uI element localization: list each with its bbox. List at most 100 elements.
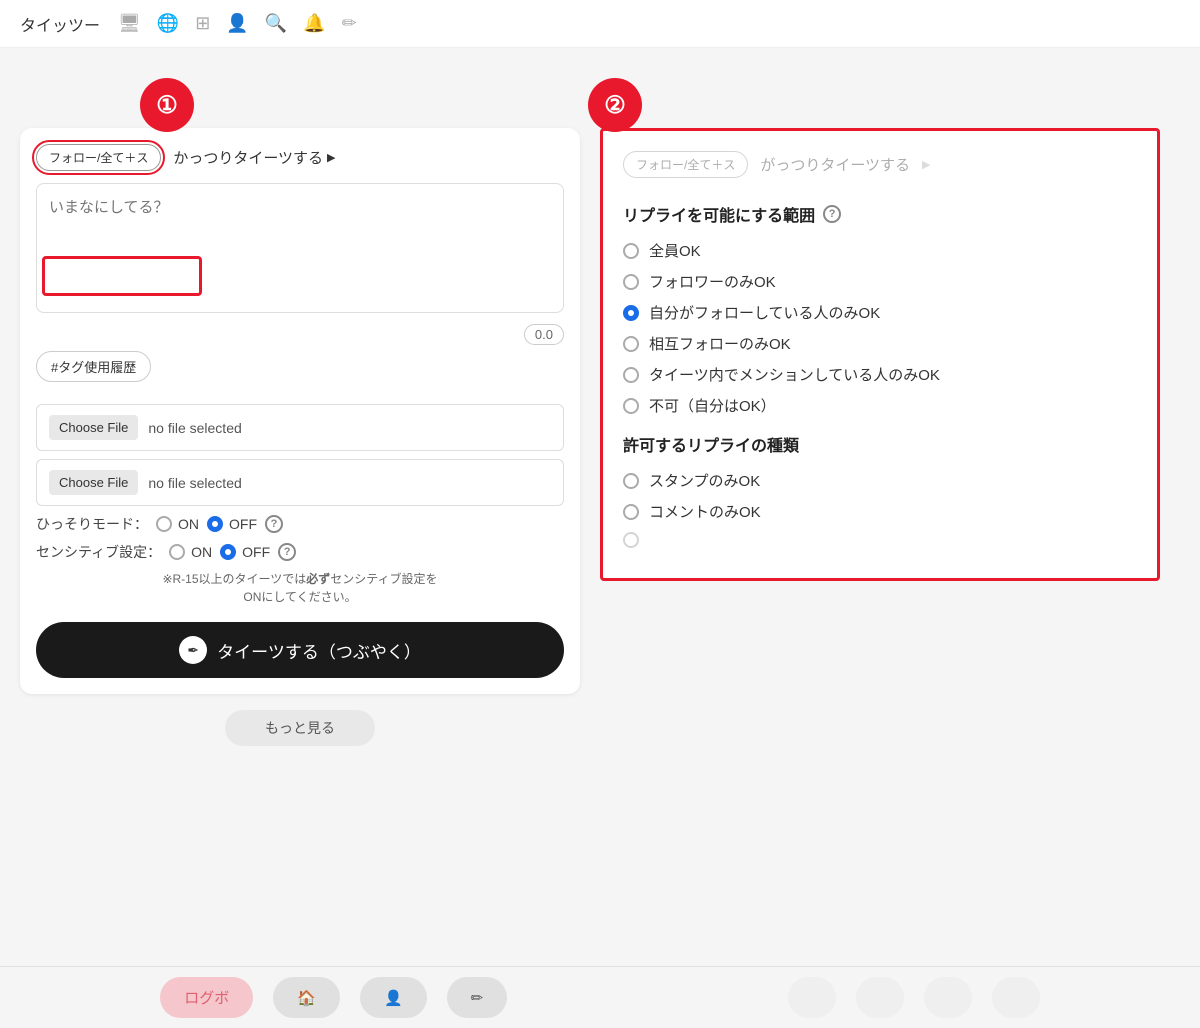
char-count: 0.0 (524, 324, 564, 345)
bottom-navigation: ログボ 🏠 👤 ✏ (0, 966, 1200, 1028)
globe-icon[interactable]: 🌐 (157, 13, 179, 34)
reply-type-option-0-label: スタンプのみOK (649, 470, 760, 491)
hissori-off-radio[interactable] (207, 516, 223, 532)
reply-type-option-1: コメントのみOK (623, 501, 1137, 522)
hissori-label: ひっそりモード： (36, 514, 148, 534)
right-panel-header: フォロー/全て＋ス がっつりタイーツする ▶ (623, 151, 1137, 186)
hissori-on-radio[interactable] (156, 516, 172, 532)
reply-type-radio-1[interactable] (623, 504, 639, 520)
follow-all-button[interactable]: フォロー/全て＋ス (36, 144, 161, 171)
reply-option-0: 全員OK (623, 240, 1137, 261)
feather-icon: ✒ (187, 642, 199, 659)
reply-type-title: 許可するリプライの種類 (623, 432, 1137, 456)
reply-radio-2[interactable] (623, 305, 639, 321)
sensitive-setting-row: センシティブ設定： ON OFF ? (36, 542, 564, 562)
search-icon[interactable]: 🔍 (265, 13, 287, 34)
right-nav-btn-2[interactable] (856, 977, 904, 1018)
right-gattsuri-link: がっつりタイーツする (760, 154, 910, 175)
char-count-row: 0.0 (36, 324, 564, 345)
hissori-mode-row: ひっそりモード： ON OFF ? (36, 514, 564, 534)
sensitive-label: センシティブ設定： (36, 542, 161, 562)
tweet-button[interactable]: ✒ タイーツする（つぶやく） (36, 622, 564, 678)
reply-type-option-2 (623, 532, 1137, 548)
nav-icons-group: 🖥 🌐 ⊞ 👤 🔍 🔔 ✏ (118, 13, 357, 34)
reply-radio-0[interactable] (623, 243, 639, 259)
bottom-nav-right (788, 977, 1040, 1018)
reply-radio-3[interactable] (623, 336, 639, 352)
annotation-circle-1: ① (140, 78, 194, 132)
sensitive-off-radio[interactable] (220, 544, 236, 560)
reply-option-2-label: 自分がフォローしている人のみOK (649, 302, 880, 323)
tweet-button-label: タイーツする（つぶやく） (217, 638, 421, 663)
reply-type-radio-0[interactable] (623, 473, 639, 489)
tweet-button-icon: ✒ (179, 636, 207, 664)
app-logo: タイッツー (20, 12, 100, 36)
right-follow-button[interactable]: フォロー/全て＋ス (623, 151, 748, 178)
grid-icon[interactable]: ⊞ (195, 13, 210, 34)
file-1-label: no file selected (148, 420, 241, 436)
login-bonus-button[interactable]: ログボ (160, 977, 253, 1018)
reply-range-help-icon[interactable]: ? (823, 205, 841, 223)
reply-options-list: 全員OK フォロワーのみOK 自分がフォローしている人のみOK 相互フォローのみ… (623, 240, 1137, 416)
sensitive-off-group: OFF (220, 544, 270, 560)
reply-type-list: スタンプのみOK コメントのみOK (623, 470, 1137, 548)
reply-radio-4[interactable] (623, 367, 639, 383)
file-2-label: no file selected (148, 475, 241, 491)
edit-icon: ✏ (471, 989, 484, 1007)
edit-button[interactable]: ✏ (447, 977, 508, 1018)
reply-option-3-label: 相互フォローのみOK (649, 333, 791, 354)
file-input-2-row: Choose File no file selected (36, 459, 564, 506)
reply-type-option-1-label: コメントのみOK (649, 501, 761, 522)
sensitive-on-label: ON (191, 544, 212, 560)
right-wrapper: ② フォロー/全て＋ス がっつりタイーツする ▶ リプライを可能にする範囲 ? (600, 128, 1160, 746)
more-button[interactable]: もっと見る (225, 710, 375, 746)
reply-range-title: リプライを可能にする範囲 ? (623, 202, 1137, 226)
right-nav-btn-4[interactable] (992, 977, 1040, 1018)
hissori-off-label: OFF (229, 516, 257, 532)
reply-option-5-label: 不可（自分はOK） (649, 395, 776, 416)
annotation-circle-2: ② (588, 78, 642, 132)
reply-radio-5[interactable] (623, 398, 639, 414)
panels-wrapper: ① フォロー/全て＋ス かっつりタイーツする 0.0 (20, 128, 1160, 746)
login-bonus-label: ログボ (184, 987, 229, 1008)
reply-type-radio-2[interactable] (623, 532, 639, 548)
sensitive-on-radio[interactable] (169, 544, 185, 560)
user-icon[interactable]: 👤 (226, 13, 248, 34)
sensitive-help-icon[interactable]: ? (278, 543, 296, 561)
profile-icon: 👤 (384, 989, 403, 1007)
left-wrapper: ① フォロー/全て＋ス かっつりタイーツする 0.0 (20, 128, 580, 746)
more-row: もっと見る (20, 710, 580, 746)
sensitive-note: ※R-15以上のタイーツでは必ずセンシティブ設定をONにしてください。 (36, 570, 564, 606)
bell-icon[interactable]: 🔔 (303, 13, 325, 34)
hissori-off-group: OFF (207, 516, 257, 532)
reply-type-option-0: スタンプのみOK (623, 470, 1137, 491)
reply-option-4-label: タイーツ内でメンションしている人のみOK (649, 364, 940, 385)
reply-option-0-label: 全員OK (649, 240, 701, 261)
reply-option-4: タイーツ内でメンションしている人のみOK (623, 364, 1137, 385)
home-button[interactable]: 🏠 (273, 977, 340, 1018)
tag-history-button[interactable]: #タグ使用履歴 (36, 351, 151, 382)
panel-header: フォロー/全て＋ス かっつりタイーツする (36, 144, 564, 171)
home-icon: 🏠 (297, 989, 316, 1007)
sensitive-off-label: OFF (242, 544, 270, 560)
top-navigation: タイッツー 🖥 🌐 ⊞ 👤 🔍 🔔 ✏ (0, 0, 1200, 48)
file-input-1-row: Choose File no file selected (36, 404, 564, 451)
sensitive-on-group: ON (169, 544, 212, 560)
right-nav-btn-1[interactable] (788, 977, 836, 1018)
reply-option-1: フォロワーのみOK (623, 271, 1137, 292)
profile-button[interactable]: 👤 (360, 977, 427, 1018)
choose-file-2-button[interactable]: Choose File (49, 470, 138, 495)
gattsuri-link[interactable]: かっつりタイーツする (173, 147, 335, 168)
right-nav-btn-3[interactable] (924, 977, 972, 1018)
hissori-help-icon[interactable]: ? (265, 515, 283, 533)
tweet-textarea[interactable] (36, 183, 564, 313)
reply-radio-1[interactable] (623, 274, 639, 290)
reply-option-5: 不可（自分はOK） (623, 395, 1137, 416)
reply-option-3: 相互フォローのみOK (623, 333, 1137, 354)
monitor-icon[interactable]: 🖥 (118, 13, 141, 34)
bottom-nav-left: ログボ 🏠 👤 ✏ (160, 977, 507, 1018)
choose-file-1-button[interactable]: Choose File (49, 415, 138, 440)
main-content: ① フォロー/全て＋ス かっつりタイーツする 0.0 (0, 48, 1200, 766)
pen-icon[interactable]: ✏ (342, 13, 357, 34)
hissori-on-label: ON (178, 516, 199, 532)
